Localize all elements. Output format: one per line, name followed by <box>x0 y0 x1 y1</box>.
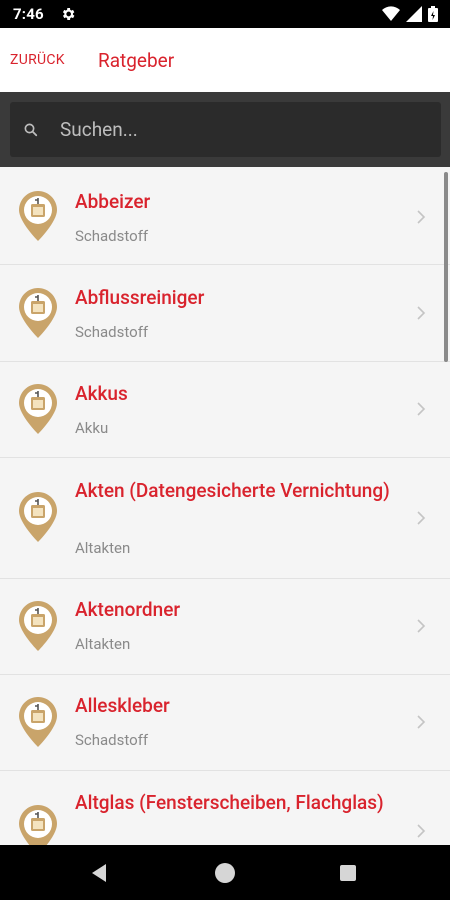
list-item-title: Abflussreiniger <box>75 286 205 309</box>
list-item[interactable]: Aktenordner Altakten <box>0 579 450 675</box>
status-bar: 7:46 <box>0 0 450 28</box>
location-pin-icon <box>19 805 57 845</box>
location-pin-icon <box>19 601 57 651</box>
chevron-right-icon <box>417 511 426 525</box>
list-item[interactable]: Altglas (Fensterscheiben, Flachglas) <box>0 771 450 845</box>
list-item[interactable]: Akkus Akku <box>0 362 450 458</box>
location-pin-icon <box>19 288 57 338</box>
list-item-subtitle: Schadstoff <box>75 731 149 749</box>
list-item-title: Alleskleber <box>75 694 170 717</box>
app-header: ZURÜCK Ratgeber <box>0 28 450 92</box>
list-item-title: Akkus <box>75 382 128 405</box>
location-pin-icon <box>19 492 57 542</box>
chevron-right-icon <box>417 824 426 838</box>
list-item-subtitle: Akku <box>75 419 109 437</box>
chevron-right-icon <box>417 306 426 320</box>
search-placeholder: Suchen... <box>60 118 138 141</box>
page-title: Ratgeber <box>98 49 175 72</box>
back-triangle-icon[interactable] <box>90 863 108 883</box>
back-button[interactable]: ZURÜCK <box>10 52 65 68</box>
list-item[interactable]: Abflussreiniger Schadstoff <box>0 265 450 362</box>
recents-square-icon[interactable] <box>340 865 356 881</box>
location-pin-icon <box>19 191 57 241</box>
location-pin-icon <box>19 697 57 747</box>
location-pin-icon <box>19 384 57 434</box>
list-item-title: Altglas (Fensterscheiben, Flachglas) <box>75 791 384 814</box>
list-item-title: Aktenordner <box>75 598 181 621</box>
list-item-title: Abbeizer <box>75 190 151 213</box>
search-icon <box>24 123 38 137</box>
wifi-icon <box>382 6 400 22</box>
list-item[interactable]: Akten (Datengesicherte Vernichtung) Alta… <box>0 458 450 579</box>
scrollbar[interactable] <box>444 172 448 362</box>
home-circle-icon[interactable] <box>215 863 235 883</box>
chevron-right-icon <box>417 619 426 633</box>
search-area: Suchen... <box>0 92 450 167</box>
navigation-bar <box>0 845 450 900</box>
gear-icon <box>62 8 75 20</box>
search-input[interactable]: Suchen... <box>10 102 441 157</box>
list-item-subtitle: Schadstoff <box>75 227 149 245</box>
list-item-subtitle: Altakten <box>75 635 131 653</box>
signal-icon <box>406 6 422 22</box>
list-item[interactable]: Abbeizer Schadstoff <box>0 168 450 265</box>
list-item-subtitle: Schadstoff <box>75 323 149 341</box>
list-item-subtitle: Altakten <box>75 539 131 557</box>
chevron-right-icon <box>417 715 426 729</box>
chevron-right-icon <box>417 402 426 416</box>
battery-icon <box>428 6 438 22</box>
list-item[interactable]: Alleskleber Schadstoff <box>0 675 450 771</box>
chevron-right-icon <box>417 210 426 224</box>
advice-list: Abbeizer Schadstoff Abflussreiniger Scha… <box>0 168 450 845</box>
list-item-title: Akten (Datengesicherte Vernichtung) <box>75 479 390 502</box>
status-time: 7:46 <box>13 5 44 23</box>
